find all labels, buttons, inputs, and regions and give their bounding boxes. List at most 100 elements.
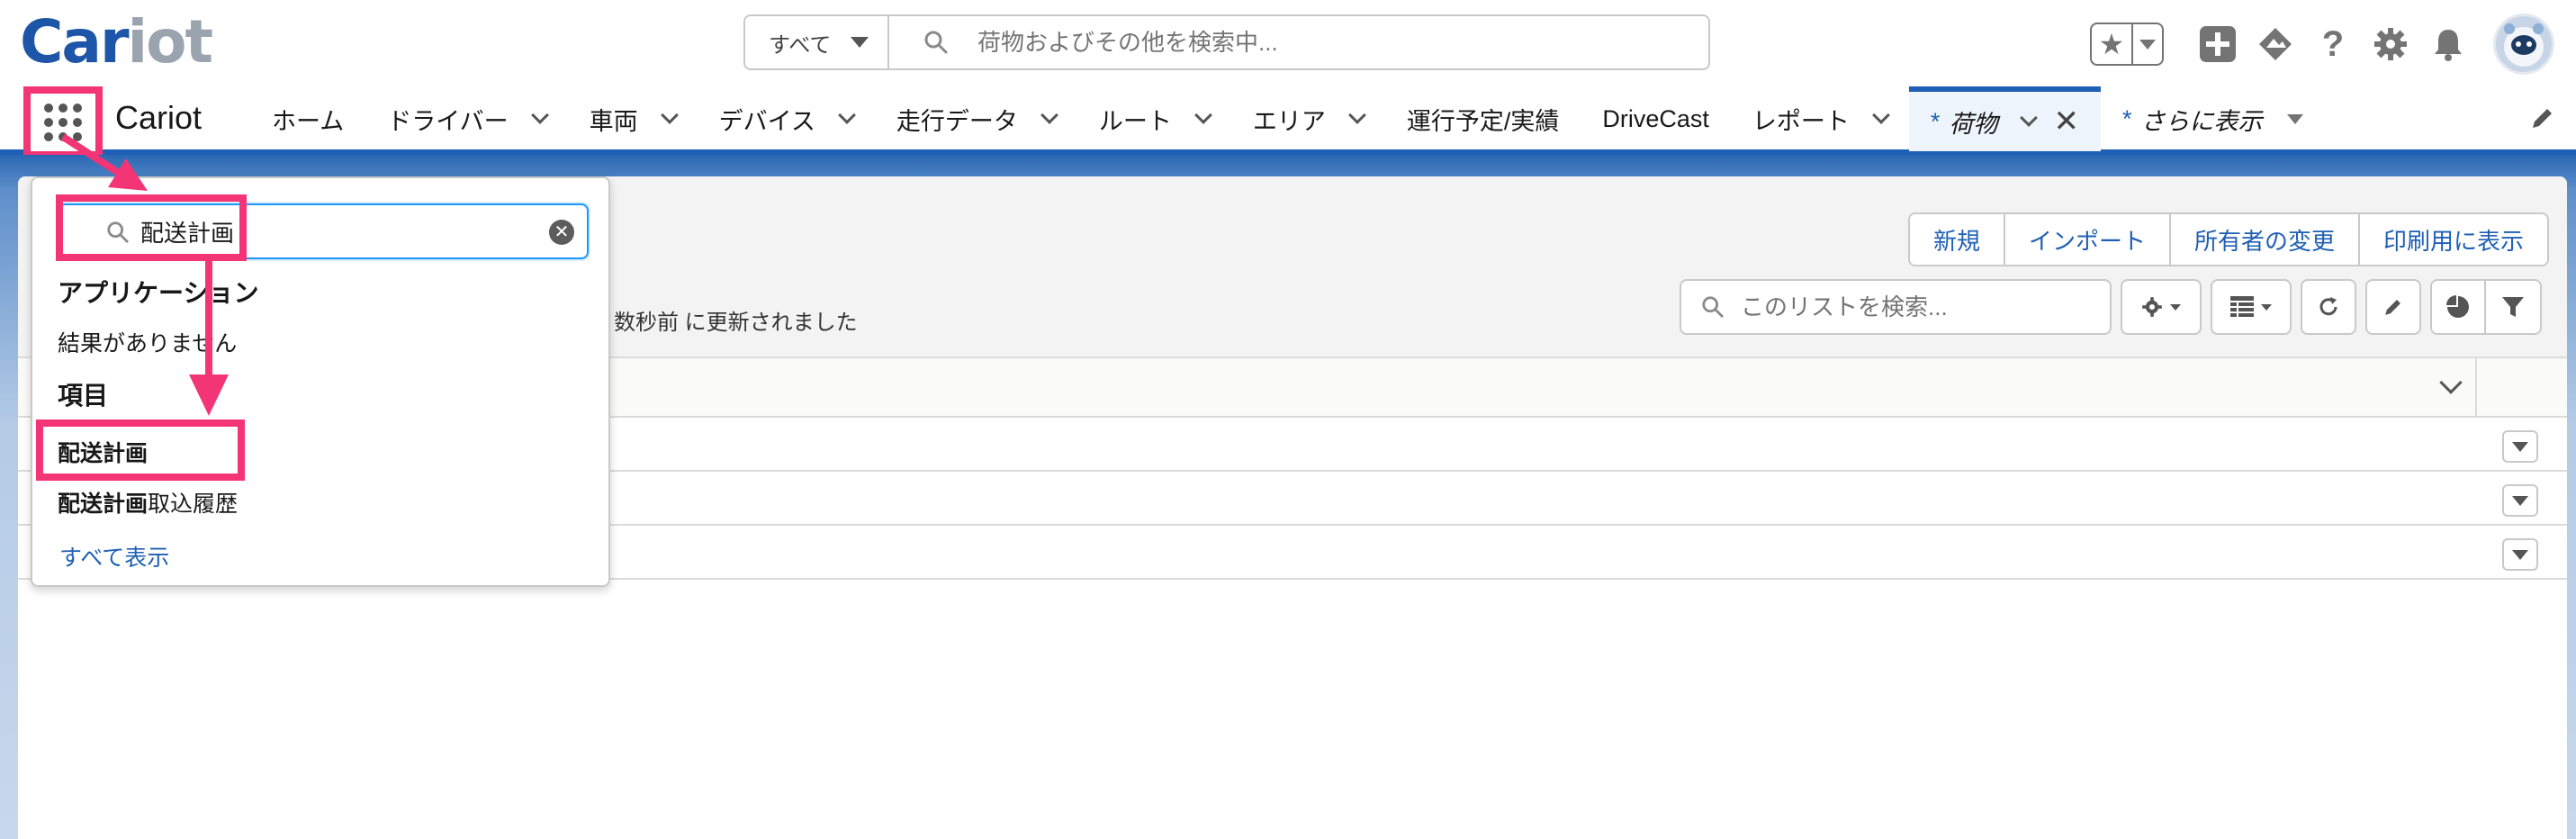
header-actions: ★ ? [2090, 13, 2554, 76]
caret-down-icon [2261, 303, 2272, 311]
star-icon[interactable]: ★ [2092, 24, 2133, 64]
list-action-buttons: 新規 インポート 所有者の変更 印刷用に表示 [1907, 212, 2549, 266]
chevron-down-icon[interactable] [1193, 106, 1212, 124]
global-search-input[interactable] [977, 28, 1698, 57]
waffle-dot [59, 118, 68, 127]
nav-item-vehicle[interactable]: 車両 [568, 86, 698, 151]
nav-item-area[interactable]: エリア [1231, 86, 1385, 151]
caret-down-icon [2139, 39, 2156, 50]
setup-button[interactable] [2370, 23, 2411, 65]
nav-item-drive-data[interactable]: 走行データ [875, 86, 1077, 151]
caret-down-icon [851, 37, 869, 48]
nav-item-home[interactable]: ホーム [250, 86, 365, 151]
filter-icon [2502, 297, 2524, 317]
notifications-button[interactable] [2427, 23, 2469, 65]
chart-filter-group [2430, 279, 2542, 335]
app-launcher-button[interactable] [23, 86, 103, 158]
search-icon [1702, 296, 1724, 318]
inline-edit-button[interactable] [2365, 279, 2421, 335]
help-button[interactable]: ? [2312, 23, 2354, 65]
chevron-down-icon[interactable] [1872, 106, 1890, 124]
nav-item-device[interactable]: デバイス [698, 86, 875, 151]
list-search-input[interactable] [1741, 293, 2101, 321]
user-avatar[interactable] [2493, 14, 2554, 75]
plus-icon [2200, 26, 2236, 62]
list-search [1680, 279, 2112, 335]
chevron-down-icon[interactable] [1040, 106, 1058, 124]
nav-item-driver[interactable]: ドライバー [365, 86, 567, 151]
filter-button[interactable] [2486, 281, 2540, 333]
nav-items: ホーム ドライバー 車両 デバイス 走行データ ルート エリア 運行予定/実績 … [250, 86, 2325, 151]
close-icon[interactable]: ✕ [2053, 104, 2079, 140]
caret-down-icon [2512, 495, 2528, 506]
printable-view-button[interactable]: 印刷用に表示 [2359, 214, 2547, 265]
change-owner-button[interactable]: 所有者の変更 [2170, 214, 2360, 265]
show-all-link[interactable]: すべて表示 [59, 540, 169, 573]
gear-icon [2142, 297, 2162, 317]
nav-item-schedule[interactable]: 運行予定/実績 [1385, 86, 1581, 151]
chevron-down-icon[interactable] [837, 106, 856, 124]
nav-item-cargo-active[interactable]: * 荷物 ✕ [1908, 86, 2101, 151]
chart-button[interactable] [2432, 281, 2486, 333]
highlight-search-box [56, 194, 247, 261]
chevron-down-icon[interactable] [2439, 371, 2463, 394]
search-icon [924, 31, 948, 54]
nav-item-more[interactable]: * さらに表示 [2101, 86, 2326, 151]
edit-nav-button[interactable] [2529, 104, 2556, 136]
waffle-dot [44, 118, 53, 127]
waffle-dot [73, 118, 82, 127]
list-settings-button[interactable] [2121, 279, 2202, 335]
waffle-dot [73, 104, 82, 113]
chevron-down-icon[interactable] [530, 106, 549, 124]
search-scope-label: すべて [769, 32, 832, 58]
row-action-button[interactable] [2502, 430, 2538, 463]
row-action-button[interactable] [2502, 484, 2538, 517]
app-name: Cariot [115, 99, 203, 136]
refresh-icon [2319, 297, 2337, 316]
favorites-menu-button[interactable] [2133, 24, 2162, 64]
chevron-down-icon[interactable] [660, 106, 679, 124]
caret-down-icon [2287, 113, 2304, 124]
chevron-down-icon[interactable] [1347, 106, 1366, 124]
global-search: すべて [743, 14, 1710, 70]
chevron-down-icon[interactable] [2020, 109, 2039, 127]
help-icon: ? [2321, 23, 2345, 64]
refresh-button[interactable] [2301, 279, 2356, 335]
global-actions-button[interactable] [2197, 23, 2238, 65]
favorites-control[interactable]: ★ [2090, 23, 2164, 66]
waffle-dot [59, 104, 68, 113]
list-status-text: 物・数秒前 に更新されました [571, 311, 858, 335]
list-toolbar [2121, 279, 2542, 335]
display-as-button[interactable] [2211, 279, 2292, 335]
unsaved-marker: * [1930, 107, 1941, 135]
table-icon [2230, 296, 2254, 317]
waffle-dot [44, 104, 53, 113]
astro-avatar-icon [2504, 23, 2544, 67]
trailhead-button[interactable] [2255, 23, 2296, 65]
launcher-item-delivery-plan-import-history[interactable]: 配送計画取込履歴 [58, 486, 238, 519]
new-button[interactable]: 新規 [1909, 214, 2005, 265]
highlight-result-item [36, 420, 245, 481]
waffle-dot [59, 132, 68, 141]
app-nav-bar: Cariot ホーム ドライバー 車両 デバイス 走行データ ルート エリア 運… [0, 86, 2576, 158]
import-button[interactable]: インポート [2004, 214, 2171, 265]
more-tab-label: さらに表示 [2140, 107, 2263, 135]
cariot-logo[interactable]: Cariot [20, 11, 213, 74]
pie-chart-icon [2446, 295, 2469, 318]
gear-icon [2374, 28, 2407, 60]
unsaved-marker: * [2121, 104, 2132, 132]
clear-icon[interactable]: ✕ [549, 220, 574, 245]
row-action-button[interactable] [2502, 538, 2538, 571]
search-scope-dropdown[interactable]: すべて [745, 16, 889, 68]
nav-item-report[interactable]: レポート [1731, 86, 1909, 151]
caret-down-icon [2512, 441, 2528, 452]
trailhead-icon [2259, 28, 2292, 60]
apps-heading: アプリケーション [58, 279, 259, 307]
caret-down-icon [2170, 303, 2181, 311]
waffle-dot [73, 132, 82, 141]
nav-item-route[interactable]: ルート [1077, 86, 1231, 151]
column-divider [2475, 358, 2477, 418]
nav-item-drivecast[interactable]: DriveCast [1581, 86, 1731, 151]
no-results-text: 結果がありません [58, 331, 238, 356]
active-tab-label: 荷物 [1949, 110, 1998, 138]
